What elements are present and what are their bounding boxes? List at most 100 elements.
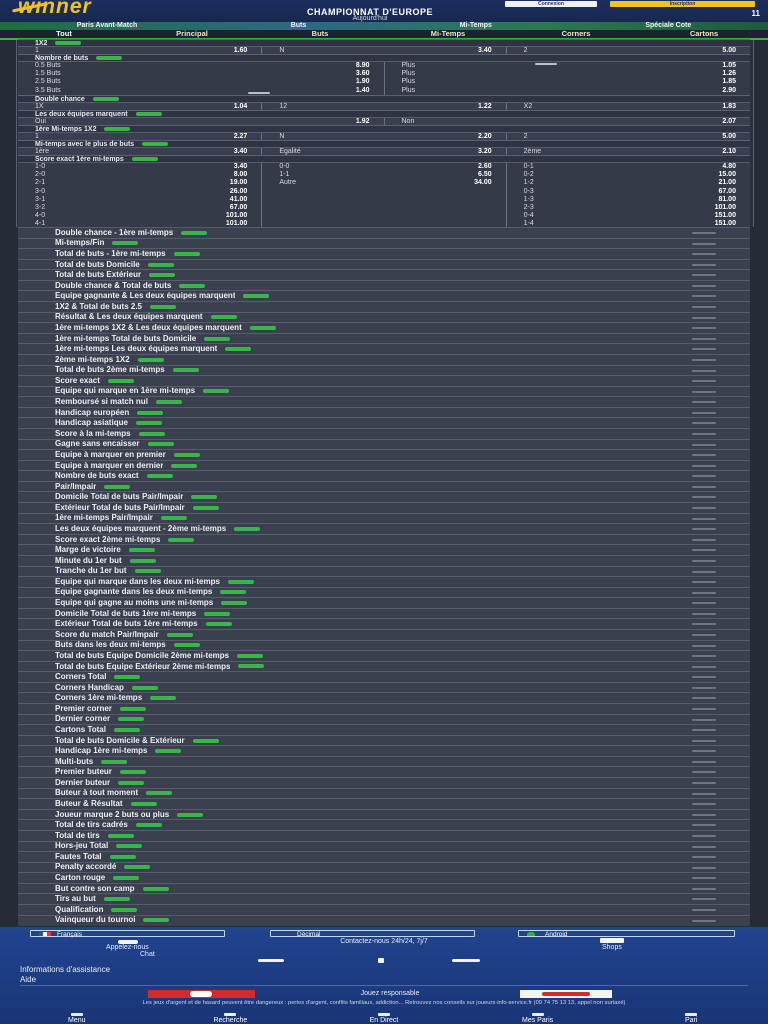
odds-button[interactable]: Oui 1.92 [18, 118, 384, 125]
language-select[interactable]: Français [30, 930, 225, 938]
odds-button[interactable]: 2 5.00 [505, 47, 750, 54]
odds-button[interactable]: 0-2 15.00 [507, 171, 750, 179]
twitter-icon[interactable] [452, 959, 480, 962]
odds-button[interactable]: N 2.20 [261, 133, 505, 140]
market-list-item[interactable]: Score exact [18, 375, 750, 386]
market-list-item[interactable]: Total de tirs cadrés [18, 819, 750, 830]
market-list-item[interactable]: Extérieur Total de buts Pair/Impair [18, 502, 750, 513]
market-list-item[interactable]: But contre son camp [18, 882, 750, 894]
odds-button[interactable]: 3-1 41.00 [18, 196, 261, 204]
odds-button[interactable]: Plus 1.05 [385, 62, 751, 70]
market-header-btts[interactable]: Les deux équipes marquent [18, 110, 750, 118]
market-list-item[interactable]: Equipe qui gagne au moins une mi-temps [18, 597, 750, 608]
market-list-item[interactable]: Tirs au but [18, 893, 750, 904]
market-list-item[interactable]: Domicile Total de buts Pair/Impair [18, 491, 750, 502]
odds-button[interactable]: 2ème 2.10 [505, 148, 750, 155]
odds-button[interactable]: Plus 1.85 [385, 78, 751, 86]
market-header-1x2[interactable]: 1X2 [18, 39, 750, 47]
market-list-item[interactable]: Dernier corner [18, 713, 750, 725]
market-list-item[interactable]: Total de tirs [18, 829, 750, 841]
market-list-item[interactable]: Total de buts - 1ère mi-temps [18, 248, 750, 259]
market-list-item[interactable]: Equipe à marquer en dernier [18, 459, 750, 471]
market-list-item[interactable]: 1ère mi-temps Les deux équipes marquent [18, 343, 750, 354]
market-list-item[interactable]: Total de buts Equipe Domicile 2ème mi-te… [18, 650, 750, 661]
market-list-item[interactable]: Score exact 2ème mi-temps [18, 533, 750, 545]
odds-button[interactable]: 1X 1.04 [18, 103, 261, 110]
market-list-item[interactable]: Résultat & Les deux équipes marquent [18, 311, 750, 323]
market-list-item[interactable]: 1ère mi-temps 1X2 & Les deux équipes mar… [18, 322, 750, 333]
help-link[interactable]: Aide [20, 975, 36, 984]
odds-button[interactable]: Egalité 3.20 [261, 148, 505, 155]
odds-button[interactable]: 0-1 4.80 [507, 163, 750, 171]
market-list-item[interactable]: Mi-temps/Fin [18, 237, 750, 249]
odds-button[interactable]: 1.5 Buts 3.60 [18, 70, 384, 78]
odds-button[interactable]: 1 1.60 [18, 47, 261, 54]
odds-button[interactable]: 2.5 Buts 1.90 [18, 78, 384, 86]
market-list-item[interactable]: Tranche du 1er but [18, 565, 750, 577]
market-list-item[interactable]: Fautes Total [18, 851, 750, 862]
odds-button[interactable]: 1ère 3.40 [18, 148, 261, 155]
facebook-icon[interactable] [378, 958, 384, 963]
market-list-item[interactable]: Extérieur Total de buts 1ère mi-temps [18, 618, 750, 629]
odds-button[interactable]: Autre 34.00 [262, 179, 505, 187]
market-list-item[interactable]: Premier buteur [18, 766, 750, 777]
market-list-item[interactable]: Premier corner [18, 703, 750, 714]
market-list-item[interactable]: Handicap 1ère mi-temps [18, 745, 750, 756]
market-header-double-chance[interactable]: Double chance [18, 95, 750, 103]
odds-button[interactable]: Plus 1.26 [385, 70, 751, 78]
market-list-item[interactable]: Total de buts Extérieur [18, 269, 750, 280]
market-list-item[interactable]: Corners Total [18, 671, 750, 682]
odds-button[interactable]: 3-2 67.00 [18, 204, 261, 212]
market-list-item[interactable]: Minute du 1er but [18, 554, 750, 566]
shops-link[interactable]: Shops [602, 944, 622, 951]
nav-live[interactable]: En Direct [334, 1013, 434, 1024]
odds-button[interactable]: 2-1 19.00 [18, 179, 261, 187]
market-list-item[interactable]: Nombre de buts exact [18, 470, 750, 481]
market-list-item[interactable]: Dernier buteur [18, 777, 750, 788]
market-list-item[interactable]: Carton rouge [18, 872, 750, 883]
market-list-item[interactable]: Corners 1ère mi-temps [18, 692, 750, 703]
market-list-item[interactable]: Buteur & Résultat [18, 798, 750, 809]
subnav-item[interactable]: Buts [291, 22, 307, 30]
shop-icon[interactable] [600, 938, 624, 943]
odds-button[interactable]: N 3.40 [261, 47, 505, 54]
odds-button[interactable]: 0-0 2.60 [262, 163, 505, 171]
subnav-item[interactable]: Spéciale Cote [645, 22, 691, 30]
odds-button[interactable]: 1-2 21.00 [507, 179, 750, 187]
odds-button[interactable]: 1 2.27 [18, 133, 261, 140]
odds-button[interactable]: 2-0 8.00 [18, 171, 261, 179]
odds-button[interactable]: 4-0 101.00 [18, 212, 261, 220]
market-header-correct-score-ht[interactable]: Score exact 1ère mi-temps [18, 155, 750, 163]
tab-goals[interactable]: Buts [256, 30, 384, 38]
tab-corners[interactable]: Corners [512, 30, 640, 38]
market-list-item[interactable]: Equipe gagnante & Les deux équipes marqu… [18, 290, 750, 301]
chat-link[interactable]: Chat [140, 951, 155, 958]
market-list-item[interactable]: 2ème mi-temps 1X2 [18, 353, 750, 365]
odds-button[interactable]: 1-1 6.50 [262, 171, 505, 179]
odds-button[interactable]: Plus 2.90 [385, 87, 751, 95]
bet-count-badge[interactable]: 11 [752, 9, 760, 18]
market-list-item[interactable]: Vainqueur du tournoi [18, 914, 750, 926]
tab-all[interactable]: Tout [0, 30, 128, 38]
market-list-item[interactable]: Qualification [18, 904, 750, 915]
odds-button[interactable]: 3-0 26.00 [18, 188, 261, 196]
market-list-item[interactable]: Handicap européen [18, 406, 750, 418]
market-list-item[interactable]: Score à la mi-temps [18, 427, 750, 439]
market-list-item[interactable]: Total de buts 2ème mi-temps [18, 364, 750, 376]
odds-button[interactable]: 2 5.00 [505, 133, 750, 140]
market-list-item[interactable]: Cartons Total [18, 724, 750, 735]
market-list-item[interactable]: Total de buts Equipe Extérieur 2ème mi-t… [18, 660, 750, 672]
market-list-item[interactable]: Total de buts Domicile & Extérieur [18, 734, 750, 746]
collapse-handle[interactable] [534, 63, 557, 65]
market-list-item[interactable]: Remboursé si match nul [18, 396, 750, 407]
nav-search[interactable]: Recherche [180, 1013, 280, 1024]
app-download-select[interactable]: Android [518, 930, 735, 938]
market-list-item[interactable]: Marge de victoire [18, 544, 750, 555]
market-list-item[interactable]: Domicile Total de buts 1ère mi-temps [18, 607, 750, 619]
market-list-item[interactable]: Buts dans les deux mi-temps [18, 639, 750, 651]
nav-my-bets[interactable]: Mes Paris [488, 1013, 588, 1024]
market-list-item[interactable]: Score du match Pair/Impair [18, 628, 750, 640]
market-list-item[interactable]: Pair/Impair [18, 480, 750, 492]
odds-button[interactable]: 0.5 Buts 8.90 [18, 62, 384, 70]
market-list-item[interactable]: 1ère mi-temps Pair/Impair [18, 512, 750, 524]
